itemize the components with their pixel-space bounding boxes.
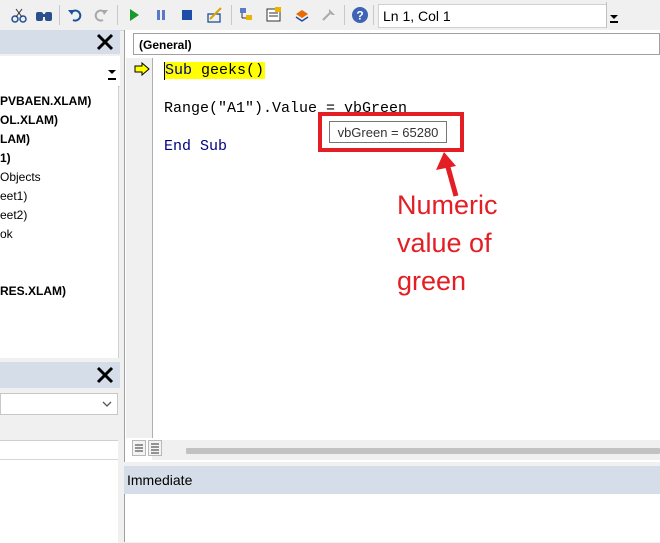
object-browser-icon[interactable] [291,4,313,26]
immediate-window[interactable] [124,494,660,542]
tree-item[interactable]: eet2) [0,208,27,222]
keyword-sub: Sub [165,62,193,79]
run-icon[interactable] [123,4,145,26]
find-icon[interactable] [33,4,55,26]
margin-indicator-bar[interactable] [126,58,153,438]
procedure-name: geeks() [192,62,265,79]
svg-text:?: ? [356,9,363,23]
text-cursor [164,62,165,80]
properties-list [0,440,118,543]
tree-item[interactable]: 1) [0,151,11,165]
object-dropdown[interactable]: (General) [133,33,660,55]
undo-icon[interactable] [64,4,86,26]
close-icon[interactable] [94,31,116,53]
tree-item[interactable]: eet1) [0,189,27,203]
break-icon[interactable] [150,4,172,26]
project-tree: PVBAEN.XLAM) OL.XLAM) LAM) 1) Objects ee… [0,86,119,358]
help-icon[interactable]: ? [349,4,371,26]
project-explorer-icon[interactable] [236,4,258,26]
tree-item[interactable]: LAM) [0,132,30,146]
cursor-position-status: Ln 1, Col 1 [378,4,610,28]
project-toolbar [0,56,120,87]
code-line[interactable]: Sub geeks() [164,62,266,79]
properties-window-icon[interactable] [263,4,285,26]
design-mode-icon[interactable] [204,4,226,26]
toolbar-overflow-button[interactable] [606,2,621,28]
immediate-window-title: Immediate [124,466,660,494]
reset-icon[interactable] [176,4,198,26]
full-module-view-button[interactable] [148,440,162,456]
chevron-down-icon [102,401,112,407]
execution-arrow-icon [134,62,150,76]
annotation-line: green [397,266,467,296]
properties-tabs [0,416,118,438]
toolbox-icon[interactable] [318,4,340,26]
annotation-line: value of [397,228,492,258]
dropdown-icon[interactable] [106,64,118,84]
tree-item[interactable]: RES.XLAM) [0,284,66,298]
close-icon[interactable] [94,364,116,386]
tree-item[interactable]: Objects [0,170,41,184]
tree-item[interactable]: OL.XLAM) [0,113,58,127]
cut-icon[interactable] [8,4,30,26]
annotation-text: Numeric value of green [397,186,597,300]
properties-object-dropdown[interactable] [0,393,118,415]
redo-icon[interactable] [90,4,112,26]
tree-item[interactable]: PVBAEN.XLAM) [0,94,91,108]
annotation-line: Numeric [397,190,498,220]
code-line[interactable]: End Sub [164,138,227,155]
tree-item[interactable]: ok [0,227,13,241]
procedure-view-button[interactable] [132,440,146,456]
highlight-box [318,112,464,152]
scrollbar-thumb[interactable] [186,448,660,454]
